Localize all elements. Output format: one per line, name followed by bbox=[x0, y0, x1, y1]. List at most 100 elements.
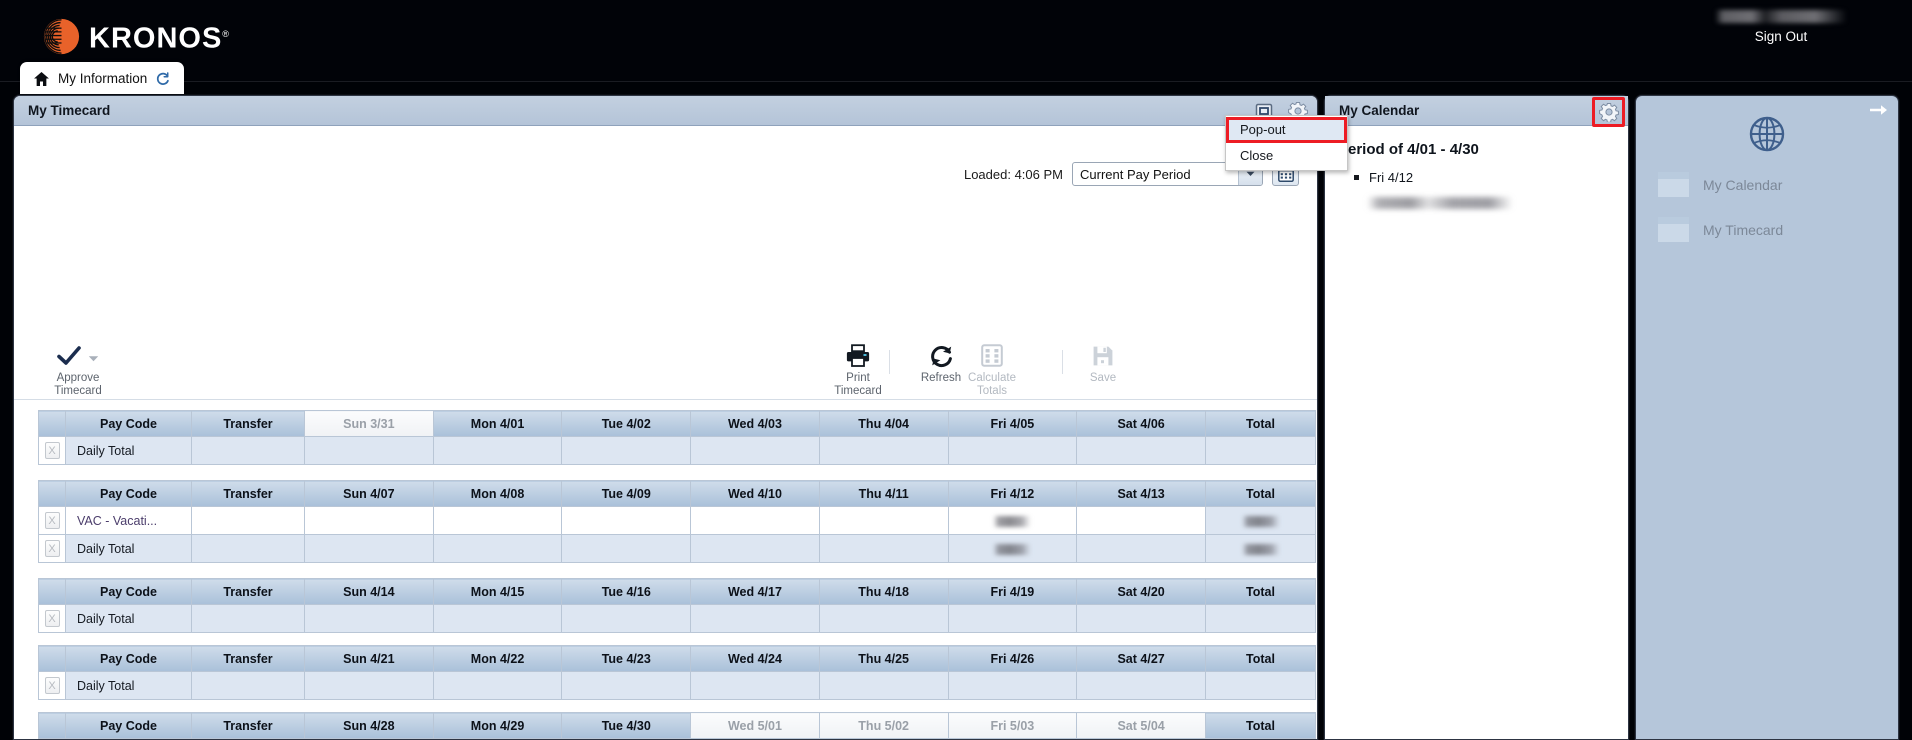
cell-day-6[interactable] bbox=[1076, 506, 1206, 535]
cell-day-5[interactable] bbox=[947, 671, 1078, 700]
tab-my-information[interactable]: My Information bbox=[20, 62, 185, 95]
chevron-down-icon[interactable] bbox=[88, 355, 99, 363]
column-header-day-1[interactable]: Mon 4/01 bbox=[432, 410, 563, 437]
column-header-day-2[interactable]: Tue 4/16 bbox=[561, 578, 692, 605]
column-header-total[interactable]: Total bbox=[1205, 410, 1316, 437]
column-header-day-2[interactable]: Tue 4/02 bbox=[561, 410, 692, 437]
column-header-day-6[interactable]: Sat 4/20 bbox=[1076, 578, 1206, 605]
column-header-day-0[interactable]: Sun 3/31 bbox=[304, 410, 434, 437]
cell-day-3[interactable] bbox=[690, 436, 820, 465]
cell-day-6[interactable] bbox=[1076, 534, 1206, 563]
column-header-day-3[interactable]: Wed 5/01 bbox=[690, 712, 820, 739]
cell-day-5[interactable] bbox=[947, 604, 1078, 633]
cell-day-4[interactable] bbox=[818, 604, 949, 633]
cell-daily-total-label[interactable]: Daily Total bbox=[65, 604, 192, 633]
cell-day-1[interactable] bbox=[432, 534, 563, 563]
cell-total[interactable] bbox=[1205, 604, 1316, 633]
cell-total[interactable] bbox=[1205, 436, 1316, 465]
cell-day-2[interactable] bbox=[561, 436, 692, 465]
column-header-day-5[interactable]: Fri 4/05 bbox=[947, 410, 1078, 437]
column-header-day-3[interactable]: Wed 4/24 bbox=[690, 645, 820, 672]
cell-transfer[interactable] bbox=[191, 534, 305, 563]
column-header-day-1[interactable]: Mon 4/15 bbox=[432, 578, 563, 605]
column-header-total[interactable]: Total bbox=[1205, 578, 1316, 605]
cell-daily-total-label[interactable]: Daily Total bbox=[65, 671, 192, 700]
cell-transfer[interactable] bbox=[191, 436, 305, 465]
cell-day-6[interactable] bbox=[1076, 436, 1206, 465]
approve-timecard-button[interactable]: Approve Timecard bbox=[35, 338, 121, 398]
delete-row-button[interactable]: X bbox=[44, 442, 60, 459]
cell-day-0[interactable] bbox=[304, 604, 434, 633]
column-header-day-2[interactable]: Tue 4/30 bbox=[561, 712, 692, 739]
cell-day-6[interactable] bbox=[1076, 671, 1206, 700]
cell-day-1[interactable] bbox=[432, 506, 563, 535]
cell-total[interactable] bbox=[1205, 671, 1316, 700]
column-header-day-1[interactable]: Mon 4/29 bbox=[432, 712, 563, 739]
menu-item-pop-out[interactable]: Pop-out bbox=[1226, 117, 1347, 143]
cell-day-4[interactable] bbox=[818, 506, 949, 535]
column-header-transfer[interactable]: Transfer bbox=[191, 578, 305, 605]
column-header-transfer[interactable]: Transfer bbox=[191, 712, 305, 739]
column-header-pay-code[interactable]: Pay Code bbox=[65, 712, 192, 739]
tray-item-my-timecard[interactable]: My Timecard bbox=[1658, 217, 1898, 242]
cell-day-3[interactable] bbox=[690, 604, 820, 633]
column-header-day-5[interactable]: Fri 5/03 bbox=[947, 712, 1078, 739]
refresh-icon[interactable] bbox=[156, 71, 170, 86]
cell-daily-total-label[interactable]: Daily Total bbox=[65, 534, 192, 563]
calendar-gear-button[interactable] bbox=[1592, 97, 1625, 127]
column-header-day-0[interactable]: Sun 4/14 bbox=[304, 578, 434, 605]
column-header-day-5[interactable]: Fri 4/26 bbox=[947, 645, 1078, 672]
delete-row-button[interactable]: X bbox=[44, 512, 60, 529]
cell-day-3[interactable] bbox=[690, 671, 820, 700]
column-header-day-1[interactable]: Mon 4/22 bbox=[432, 645, 563, 672]
cell-pay-code[interactable]: VAC - Vacati... bbox=[65, 506, 192, 535]
column-header-day-6[interactable]: Sat 4/13 bbox=[1076, 480, 1206, 507]
cell-day-2[interactable] bbox=[561, 671, 692, 700]
cell-day-4[interactable] bbox=[818, 671, 949, 700]
column-header-pay-code[interactable]: Pay Code bbox=[65, 410, 192, 437]
cell-transfer[interactable] bbox=[191, 671, 305, 700]
cell-transfer[interactable] bbox=[191, 506, 305, 535]
cell-day-3[interactable] bbox=[690, 506, 820, 535]
column-header-transfer[interactable]: Transfer bbox=[191, 410, 305, 437]
cell-total[interactable] bbox=[1205, 534, 1316, 563]
column-header-day-2[interactable]: Tue 4/09 bbox=[561, 480, 692, 507]
column-header-pay-code[interactable]: Pay Code bbox=[65, 578, 192, 605]
cell-day-1[interactable] bbox=[432, 671, 563, 700]
arrow-right-icon[interactable] bbox=[1870, 103, 1888, 117]
column-header-day-1[interactable]: Mon 4/08 bbox=[432, 480, 563, 507]
column-header-total[interactable]: Total bbox=[1205, 480, 1316, 507]
column-header-day-6[interactable]: Sat 4/27 bbox=[1076, 645, 1206, 672]
column-header-day-4[interactable]: Thu 4/18 bbox=[818, 578, 949, 605]
column-header-day-4[interactable]: Thu 4/25 bbox=[818, 645, 949, 672]
cell-day-1[interactable] bbox=[432, 604, 563, 633]
delete-row-button[interactable]: X bbox=[44, 610, 60, 627]
save-button[interactable]: Save bbox=[1066, 338, 1140, 398]
delete-row-button[interactable]: X bbox=[44, 677, 60, 694]
cell-day-4[interactable] bbox=[818, 436, 949, 465]
cell-total[interactable] bbox=[1205, 506, 1316, 535]
column-header-day-2[interactable]: Tue 4/23 bbox=[561, 645, 692, 672]
cell-day-2[interactable] bbox=[561, 506, 692, 535]
sign-out-link[interactable]: Sign Out bbox=[1755, 29, 1808, 44]
column-header-total[interactable]: Total bbox=[1205, 712, 1316, 739]
calculate-totals-button[interactable]: Calculate Totals bbox=[944, 338, 1040, 398]
cell-day-2[interactable] bbox=[561, 604, 692, 633]
column-header-transfer[interactable]: Transfer bbox=[191, 480, 305, 507]
cell-transfer[interactable] bbox=[191, 604, 305, 633]
cell-day-0[interactable] bbox=[304, 436, 434, 465]
cell-day-0[interactable] bbox=[304, 671, 434, 700]
cell-day-4[interactable] bbox=[818, 534, 949, 563]
cell-day-5[interactable] bbox=[947, 534, 1078, 563]
cell-day-2[interactable] bbox=[561, 534, 692, 563]
cell-day-0[interactable] bbox=[304, 506, 434, 535]
column-header-day-6[interactable]: Sat 4/06 bbox=[1076, 410, 1206, 437]
column-header-total[interactable]: Total bbox=[1205, 645, 1316, 672]
cell-day-0[interactable] bbox=[304, 534, 434, 563]
column-header-day-0[interactable]: Sun 4/28 bbox=[304, 712, 434, 739]
column-header-day-6[interactable]: Sat 5/04 bbox=[1076, 712, 1206, 739]
cell-day-1[interactable] bbox=[432, 436, 563, 465]
menu-item-close[interactable]: Close bbox=[1226, 143, 1347, 169]
column-header-day-0[interactable]: Sun 4/07 bbox=[304, 480, 434, 507]
column-header-day-3[interactable]: Wed 4/03 bbox=[690, 410, 820, 437]
